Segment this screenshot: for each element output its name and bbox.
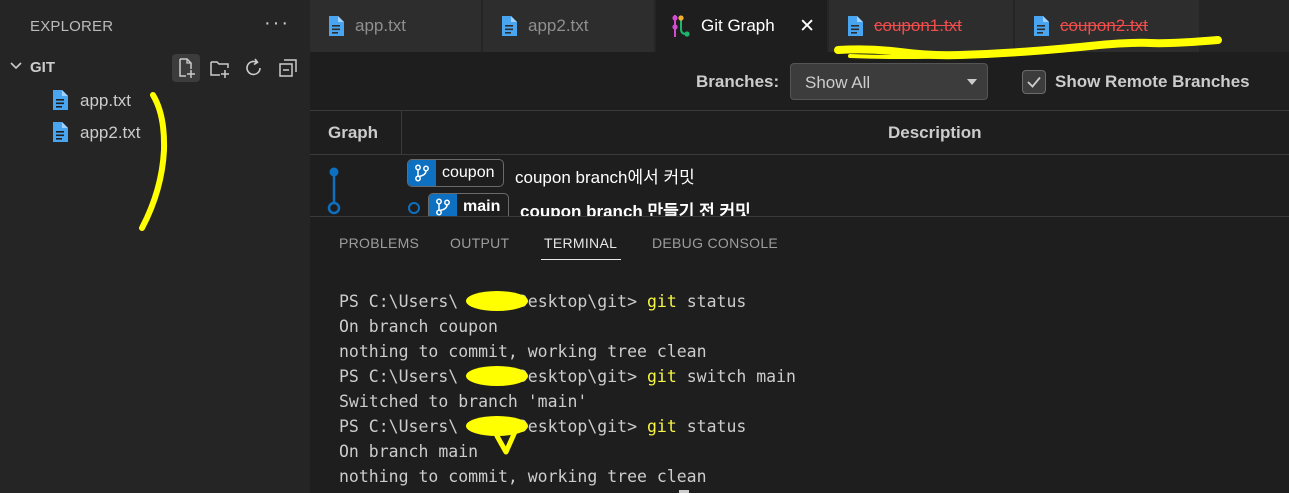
tab-label: app.txt (355, 16, 407, 35)
branches-label: Branches: (696, 72, 780, 91)
new-file-icon (179, 58, 195, 78)
terminal-command-args: status (676, 292, 747, 311)
redacted-username (458, 292, 508, 311)
column-header-description[interactable]: Description (402, 111, 1289, 154)
tab-label: app2.txt (528, 16, 589, 35)
terminal-output-line: On branch main (339, 442, 479, 461)
tab-label: coupon2.txt (1060, 16, 1148, 35)
terminal-output[interactable]: PS C:\Users\ \Desktop\git> git status On … (339, 289, 796, 489)
terminal-command: git (646, 292, 677, 311)
column-header-label: Description (888, 123, 982, 142)
terminal-output-line: nothing to commit, working tree clean (339, 342, 707, 361)
column-header-label: Graph (328, 123, 379, 142)
redacted-username (458, 367, 508, 386)
branch-icon (408, 160, 436, 186)
terminal-command-line: PS C:\Users\ \Desktop\git> git switch ma… (339, 364, 796, 389)
editor-tab-bar: app.txt app2.txt Git Graph ✕ coupon1.txt (310, 0, 1289, 52)
show-remote-branches-label: Show Remote Branches (1055, 72, 1250, 91)
close-icon[interactable]: ✕ (799, 15, 815, 38)
file-name: app2.txt (80, 123, 141, 142)
file-item-app-txt[interactable]: app.txt (0, 84, 310, 116)
panel-tab-problems[interactable]: PROBLEMS (339, 235, 419, 251)
tab-git-graph[interactable]: Git Graph ✕ (656, 0, 828, 52)
file-item-app2-txt[interactable]: app2.txt (0, 116, 310, 148)
explorer-header: EXPLORER ··· (0, 0, 310, 52)
explorer-sidebar: EXPLORER ··· GIT app.txt app2.txt (0, 0, 310, 493)
branch-label-name: main (463, 198, 501, 215)
chevron-down-icon[interactable] (8, 58, 24, 74)
panel-tab-debug-console[interactable]: DEBUG CONSOLE (652, 235, 778, 251)
file-name: app.txt (80, 91, 132, 110)
terminal-prompt: PS C:\Users\ (339, 367, 459, 386)
tab-label: coupon1.txt (874, 16, 962, 35)
commit-message: coupon branch에서 커밋 (515, 168, 695, 187)
new-folder-icon (210, 61, 229, 78)
tab-app-txt[interactable]: app.txt (310, 0, 482, 52)
tab-coupon1-txt[interactable]: coupon1.txt (829, 0, 1014, 52)
terminal-prompt: \Desktop\git> (507, 292, 647, 311)
commit-table-header: Graph Description (310, 110, 1289, 155)
terminal-prompt: \Desktop\git> (507, 367, 647, 386)
tab-app2-txt[interactable]: app2.txt (483, 0, 655, 52)
terminal-prompt: \Desktop\git> (507, 417, 647, 436)
panel-tab-terminal[interactable]: TERMINAL (544, 235, 617, 251)
more-actions-icon[interactable]: ··· (264, 12, 290, 35)
text-file-icon (502, 16, 517, 36)
commit-row[interactable]: coupon coupon branch에서 커밋 (310, 156, 1289, 190)
terminal-command: git (646, 417, 677, 436)
terminal-prompt: PS C:\Users\ (339, 417, 459, 436)
workspace-folder-git[interactable]: GIT (0, 54, 310, 82)
text-file-icon (53, 90, 68, 110)
terminal-output-line: On branch coupon (339, 317, 498, 336)
active-tab-indicator (541, 259, 621, 260)
show-remote-branches-checkbox[interactable] (1022, 70, 1046, 94)
panel-tab-output[interactable]: OUTPUT (450, 235, 509, 251)
git-graph-view: Branches: Show All Show Remote Branches … (310, 52, 1289, 221)
branches-dropdown[interactable]: Show All (790, 63, 988, 100)
column-header-graph[interactable]: Graph (310, 111, 402, 154)
collapse-all-icon (279, 59, 297, 77)
text-file-icon (848, 16, 863, 36)
branches-dropdown-value: Show All (805, 73, 871, 92)
head-indicator-icon (408, 202, 420, 214)
text-file-icon (329, 16, 344, 36)
explorer-title: EXPLORER (30, 18, 114, 35)
bottom-panel: PROBLEMS OUTPUT TERMINAL DEBUG CONSOLE P… (310, 216, 1289, 493)
terminal-command-args: status (676, 417, 747, 436)
caret-down-icon (967, 79, 977, 85)
tab-coupon2-txt[interactable]: coupon2.txt (1015, 0, 1200, 52)
terminal-command-line: PS C:\Users\ \Desktop\git> git status (339, 289, 796, 314)
branch-label-name: coupon (442, 164, 495, 181)
refresh-icon (246, 58, 261, 76)
terminal-output-line: Switched to branch 'main' (339, 392, 588, 411)
checkmark-icon (1027, 76, 1041, 88)
collapse-folders-button[interactable] (274, 54, 302, 82)
workspace-folder-name: GIT (30, 59, 55, 76)
branch-label-coupon[interactable]: coupon (407, 159, 504, 187)
redacted-username (458, 417, 508, 436)
git-graph-controls: Branches: Show All Show Remote Branches (310, 52, 1289, 110)
text-file-icon (53, 122, 68, 142)
terminal-output-line: nothing to commit, working tree clean (339, 467, 707, 486)
text-file-icon (1034, 16, 1049, 36)
terminal-command: git (646, 367, 677, 386)
tab-label: Git Graph (701, 16, 775, 35)
terminal-prompt: PS C:\Users\ (339, 292, 459, 311)
new-folder-button[interactable] (206, 54, 234, 82)
git-graph-icon (672, 15, 690, 37)
refresh-explorer-button[interactable] (240, 54, 268, 82)
new-file-button[interactable] (172, 54, 200, 82)
terminal-command-args: switch main (676, 367, 796, 386)
terminal-command-line: PS C:\Users\ \Desktop\git> git status (339, 414, 796, 439)
